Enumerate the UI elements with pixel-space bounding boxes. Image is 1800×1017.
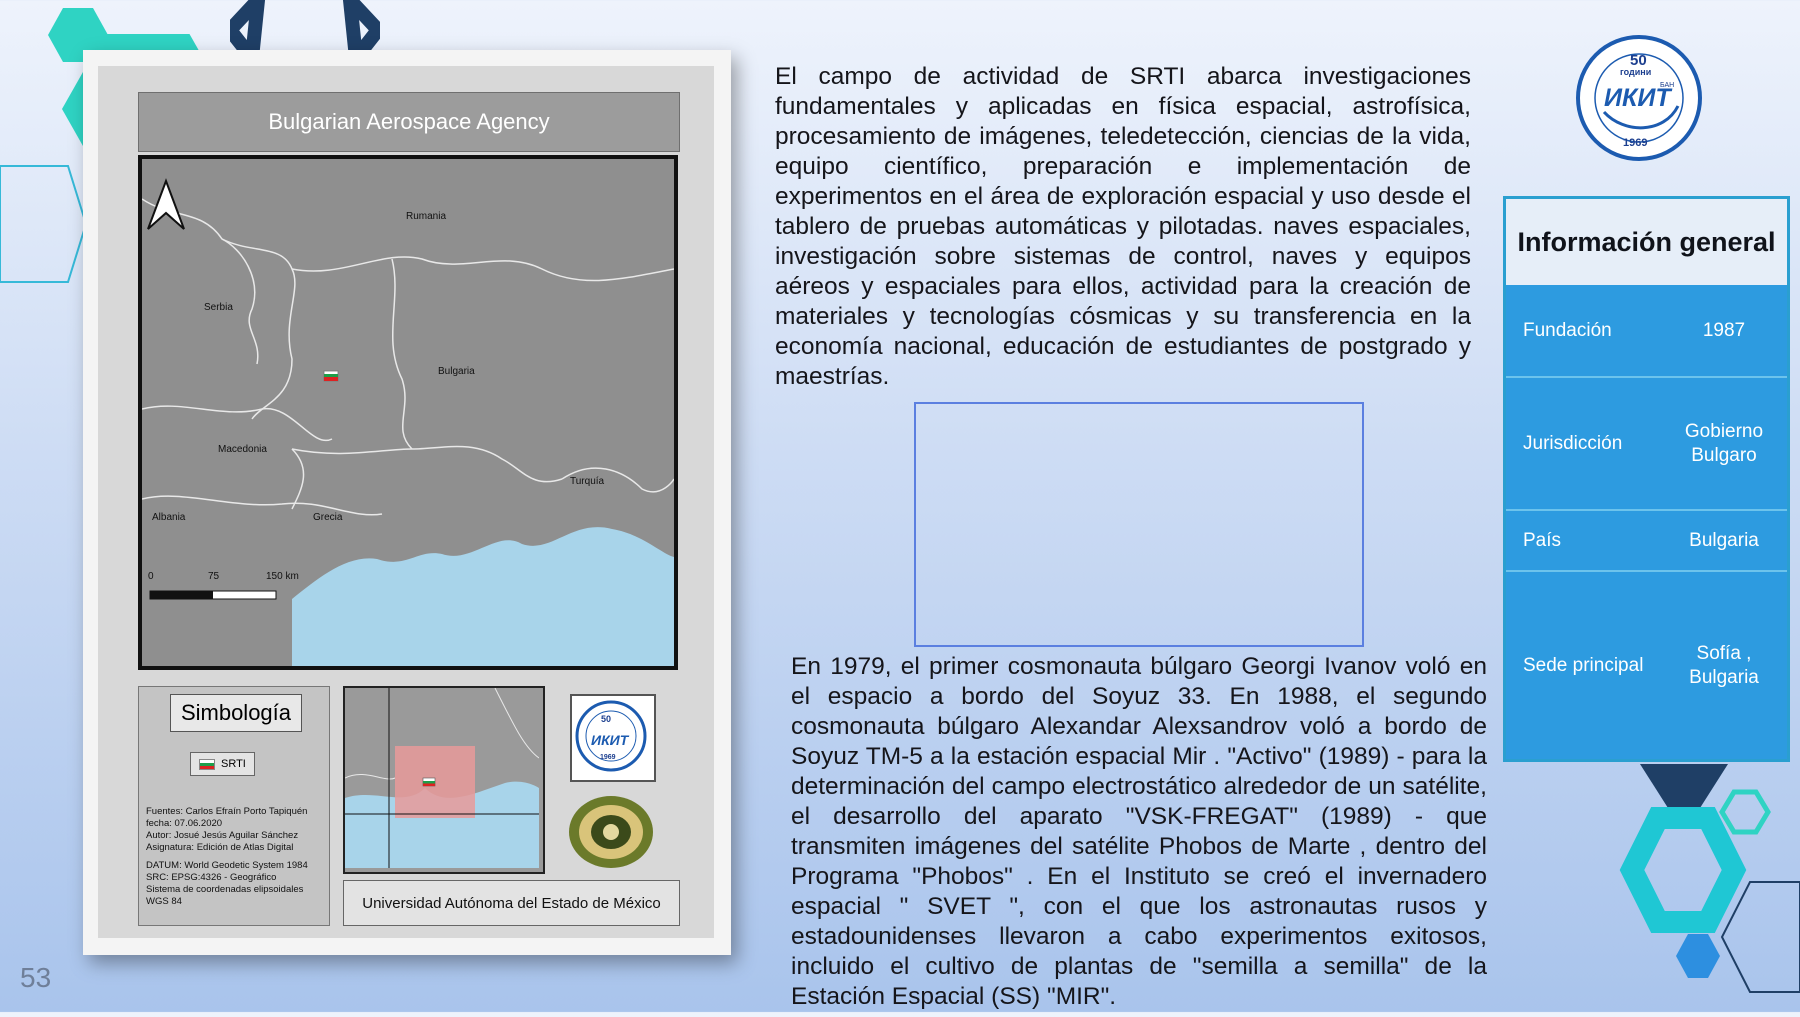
logo-year: 1969 (1623, 137, 1648, 149)
info-value: 1987 (1702, 320, 1746, 341)
scale-label-end: 150 km (266, 571, 299, 582)
info-row-fundacion: Fundación 1987 (1506, 285, 1787, 377)
map-label-bulgaria: Bulgaria (438, 366, 475, 377)
info-row-pais: País Bulgaria (1506, 511, 1787, 571)
legend-info-line: Fuentes: Carlos Efraín Porto Tapiquén (146, 806, 308, 817)
legend-title: Simbología (170, 694, 302, 732)
info-key: País (1523, 530, 1562, 551)
decor-hexagon-outline-left (0, 164, 90, 284)
inset-locator-map (343, 686, 545, 874)
legend-item-label: SRTI (221, 758, 246, 770)
legend-info-line: fecha: 07.06.2020 (146, 818, 223, 829)
logo-subtitle: години (1620, 67, 1652, 77)
scale-label-zero: 0 (148, 571, 154, 582)
legend-info-line: Sistema de coordenadas elipsoidales (146, 884, 304, 895)
info-value: Bulgaria (1689, 530, 1759, 551)
map-label-turquia: Turquía (570, 476, 605, 487)
legend-info: Fuentes: Carlos Efraín Porto Tapiquén fe… (146, 806, 326, 908)
bulgaria-flag-icon (199, 758, 215, 770)
legend-info-line: SRC: EPSG:4326 - Geográfico (146, 872, 277, 883)
uaem-emblem-icon (566, 792, 656, 870)
logo-small-acronym: ИКИТ (591, 732, 629, 748)
page-number: 53 (20, 962, 52, 993)
logo-small-years: 50 (601, 714, 612, 724)
scale-label-mid: 75 (208, 571, 220, 582)
info-value: Sofía , Bulgaria (1689, 643, 1759, 688)
description-paragraph: El campo de actividad de SRTI abarca inv… (775, 63, 1471, 390)
logo-acronym: ИКИТ (1604, 84, 1671, 112)
info-key: Fundación (1523, 320, 1612, 341)
legend-info-line: Asignatura: Edición de Atlas Digital (146, 842, 294, 853)
map-label-grecia: Grecia (313, 512, 343, 523)
info-key: Sede principal (1523, 655, 1644, 676)
decor-hexagon-cluster (1610, 762, 1800, 1012)
map-label-serbia: Serbia (204, 302, 233, 313)
map-label-macedonia: Macedonia (218, 444, 267, 455)
ikit-logo-small: 50 ИКИТ 1969 (570, 694, 656, 782)
logo-small-year: 1969 (600, 754, 616, 761)
institution-label: Universidad Autónoma del Estado de Méxic… (343, 880, 680, 926)
history-paragraph: En 1979, el primer cosmonauta búlgaro Ge… (791, 653, 1487, 1010)
map-label-albania: Albania (152, 512, 186, 523)
legend-info-line: DATUM: World Geodetic System 1984 (146, 860, 308, 871)
legend-info-line: Autor: Josué Jesús Aguilar Sánchez (146, 830, 299, 841)
legend-item: SRTI (190, 752, 255, 776)
legend-info-line: WGS 84 (146, 896, 182, 907)
image-placeholder[interactable] (914, 402, 1364, 647)
main-map: Rumania Serbia Bulgaria Macedonia Turquí… (138, 155, 678, 670)
map-title: Bulgarian Aerospace Agency (138, 92, 680, 152)
info-key: Jurisdicción (1523, 433, 1623, 454)
info-row-jurisdiccion: Jurisdicción Gobierno Bulgaro (1506, 378, 1787, 510)
map-label-rumania: Rumania (406, 211, 447, 222)
info-table-header: Información general (1506, 199, 1787, 285)
ikit-logo: 50 години БАН ИКИТ 1969 (1574, 34, 1704, 162)
info-value: Gobierno Bulgaro (1684, 421, 1764, 466)
info-row-sede: Sede principal Sofía , Bulgaria (1506, 572, 1787, 760)
